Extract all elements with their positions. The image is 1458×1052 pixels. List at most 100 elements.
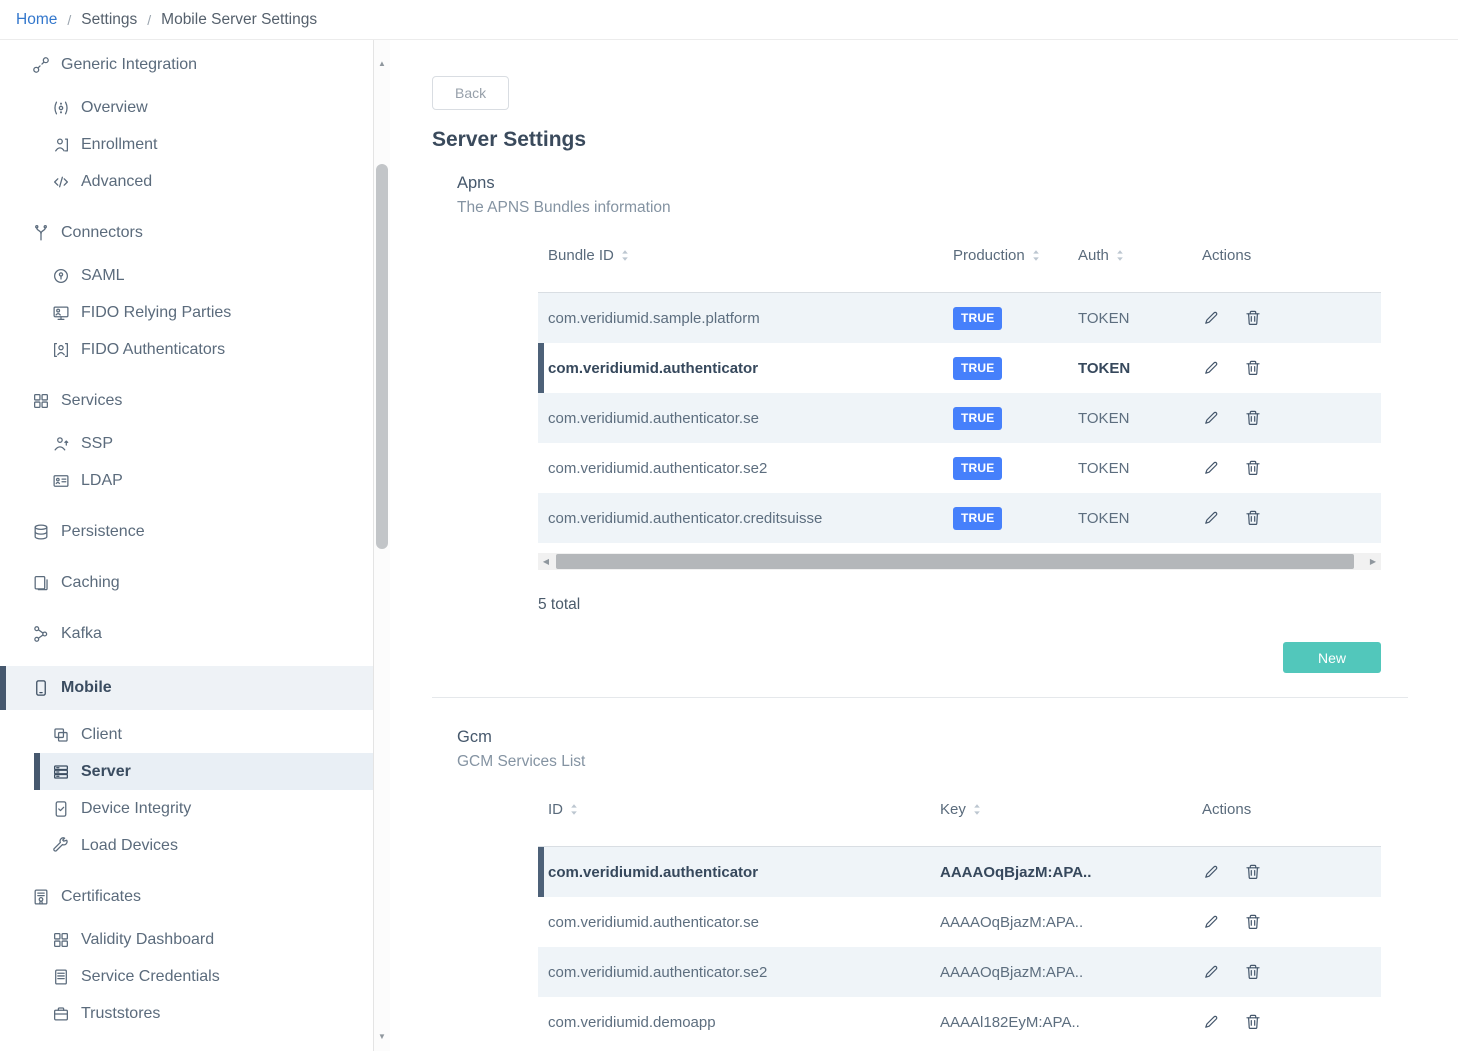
column-label: ID bbox=[548, 801, 563, 818]
sidebar-item-label: Certificates bbox=[61, 888, 141, 906]
sidebar-item-label: Server bbox=[81, 763, 131, 781]
breadcrumb-separator: / bbox=[147, 12, 151, 28]
ldap-icon bbox=[52, 472, 70, 490]
sidebar-item-ldap[interactable]: LDAP bbox=[0, 462, 373, 499]
table-row[interactable]: com.veridiumid.authenticator.creditsuiss… bbox=[538, 493, 1381, 543]
edit-icon[interactable] bbox=[1202, 963, 1220, 981]
gcm-table: ID Key Actions com.veridiumid.authentica… bbox=[538, 785, 1381, 1047]
scroll-left-arrow[interactable]: ◀ bbox=[538, 553, 554, 570]
sidebar-item-enrollment[interactable]: Enrollment bbox=[0, 126, 373, 163]
edit-icon[interactable] bbox=[1202, 309, 1220, 327]
sidebar-item-mobile[interactable]: Mobile bbox=[0, 666, 373, 710]
scroll-down-arrow[interactable]: ▼ bbox=[374, 1031, 390, 1043]
column-production[interactable]: Production bbox=[943, 247, 1068, 264]
sidebar-item-service-credentials[interactable]: Service Credentials bbox=[0, 958, 373, 995]
edit-icon[interactable] bbox=[1202, 1013, 1220, 1031]
new-button[interactable]: New bbox=[1283, 642, 1381, 673]
delete-icon[interactable] bbox=[1244, 459, 1262, 477]
sort-icon[interactable] bbox=[1116, 249, 1124, 262]
column-label: Actions bbox=[1202, 801, 1251, 818]
table-row-selected[interactable]: com.veridiumid.authenticator TRUE TOKEN bbox=[538, 343, 1381, 393]
sidebar-item-connectors[interactable]: Connectors bbox=[0, 214, 373, 251]
sidebar-item-generic-integration[interactable]: Generic Integration bbox=[0, 46, 373, 83]
horizontal-scrollbar-thumb[interactable] bbox=[556, 554, 1354, 569]
sidebar-item-label: Device Integrity bbox=[81, 800, 191, 818]
column-label: Production bbox=[953, 247, 1025, 264]
sidebar-item-persistence[interactable]: Persistence bbox=[0, 513, 373, 550]
column-actions: Actions bbox=[1192, 247, 1381, 264]
sidebar-item-ssp[interactable]: SSP bbox=[0, 425, 373, 462]
sidebar-item-fido-authenticators[interactable]: FIDO Authenticators bbox=[0, 331, 373, 368]
gcm-key-cell: AAAAOqBjazM:APA.. bbox=[930, 864, 1192, 881]
table-row[interactable]: com.veridiumid.authenticator.se2 AAAAOqB… bbox=[538, 947, 1381, 997]
table-row-selected[interactable]: com.veridiumid.authenticator AAAAOqBjazM… bbox=[538, 847, 1381, 897]
sidebar-item-label: Enrollment bbox=[81, 136, 157, 154]
sidebar-item-certificates[interactable]: Certificates bbox=[0, 878, 373, 915]
table-row[interactable]: com.veridiumid.authenticator.se TRUE TOK… bbox=[538, 393, 1381, 443]
column-key[interactable]: Key bbox=[930, 801, 1192, 818]
sidebar-item-overview[interactable]: Overview bbox=[0, 89, 373, 126]
fido-authenticators-icon bbox=[52, 341, 70, 359]
breadcrumb-home-link[interactable]: Home bbox=[16, 11, 57, 29]
sidebar-item-advanced[interactable]: Advanced bbox=[0, 163, 373, 200]
kafka-icon bbox=[32, 625, 50, 643]
sidebar-item-load-devices[interactable]: Load Devices bbox=[0, 827, 373, 864]
saml-icon bbox=[52, 267, 70, 285]
back-button[interactable]: Back bbox=[432, 76, 509, 110]
device-integrity-icon bbox=[52, 800, 70, 818]
auth-cell: TOKEN bbox=[1068, 460, 1192, 477]
sidebar-item-services[interactable]: Services bbox=[0, 382, 373, 419]
scroll-right-arrow[interactable]: ▶ bbox=[1365, 553, 1381, 570]
sidebar-item-device-integrity[interactable]: Device Integrity bbox=[0, 790, 373, 827]
table-row[interactable]: com.veridiumid.sample.platform TRUE TOKE… bbox=[538, 293, 1381, 343]
edit-icon[interactable] bbox=[1202, 509, 1220, 527]
ssp-icon bbox=[52, 435, 70, 453]
sidebar-item-truststores[interactable]: Truststores bbox=[0, 995, 373, 1032]
table-row[interactable]: com.veridiumid.demoapp AAAAl182EyM:APA.. bbox=[538, 997, 1381, 1047]
sidebar-item-validity-dashboard[interactable]: Validity Dashboard bbox=[0, 921, 373, 958]
column-auth[interactable]: Auth bbox=[1068, 247, 1192, 264]
edit-icon[interactable] bbox=[1202, 359, 1220, 377]
apns-section-title: Apns bbox=[457, 174, 1408, 193]
column-bundle-id[interactable]: Bundle ID bbox=[538, 247, 943, 264]
column-label: Actions bbox=[1202, 247, 1251, 264]
production-badge: TRUE bbox=[953, 507, 1002, 530]
delete-icon[interactable] bbox=[1244, 409, 1262, 427]
bundle-id-cell: com.veridiumid.authenticator bbox=[538, 360, 943, 377]
sidebar-item-client[interactable]: Client bbox=[0, 716, 373, 753]
production-badge: TRUE bbox=[953, 357, 1002, 380]
breadcrumb-settings-link[interactable]: Settings bbox=[81, 11, 137, 29]
delete-icon[interactable] bbox=[1244, 1013, 1262, 1031]
edit-icon[interactable] bbox=[1202, 913, 1220, 931]
sort-icon[interactable] bbox=[621, 249, 629, 262]
delete-icon[interactable] bbox=[1244, 913, 1262, 931]
sort-icon[interactable] bbox=[570, 803, 578, 816]
table-row[interactable]: com.veridiumid.authenticator.se2 TRUE TO… bbox=[538, 443, 1381, 493]
column-id[interactable]: ID bbox=[538, 801, 930, 818]
scroll-up-arrow[interactable]: ▲ bbox=[374, 58, 390, 70]
sidebar-item-server[interactable]: Server bbox=[34, 753, 373, 790]
edit-icon[interactable] bbox=[1202, 459, 1220, 477]
edit-icon[interactable] bbox=[1202, 863, 1220, 881]
delete-icon[interactable] bbox=[1244, 509, 1262, 527]
delete-icon[interactable] bbox=[1244, 309, 1262, 327]
delete-icon[interactable] bbox=[1244, 359, 1262, 377]
table-row[interactable]: com.veridiumid.authenticator.se AAAAOqBj… bbox=[538, 897, 1381, 947]
auth-cell: TOKEN bbox=[1068, 410, 1192, 427]
gcm-key-cell: AAAAOqBjazM:APA.. bbox=[930, 914, 1192, 931]
sidebar-scrollbar-thumb[interactable] bbox=[376, 164, 388, 549]
delete-icon[interactable] bbox=[1244, 863, 1262, 881]
sort-icon[interactable] bbox=[973, 803, 981, 816]
integration-icon bbox=[32, 56, 50, 74]
main-content: Back Server Settings Apns The APNS Bundl… bbox=[390, 40, 1458, 1051]
sidebar-scrollbar[interactable]: ▲ ▼ bbox=[373, 40, 390, 1051]
sidebar-item-kafka[interactable]: Kafka bbox=[0, 615, 373, 652]
sidebar-item-caching[interactable]: Caching bbox=[0, 564, 373, 601]
sidebar-item-saml[interactable]: SAML bbox=[0, 257, 373, 294]
sort-icon[interactable] bbox=[1032, 249, 1040, 262]
sidebar-item-fido-relying-parties[interactable]: FIDO Relying Parties bbox=[0, 294, 373, 331]
edit-icon[interactable] bbox=[1202, 409, 1220, 427]
delete-icon[interactable] bbox=[1244, 963, 1262, 981]
sidebar-item-label: Connectors bbox=[61, 224, 143, 242]
table-horizontal-scrollbar[interactable]: ◀ ▶ bbox=[538, 553, 1381, 570]
